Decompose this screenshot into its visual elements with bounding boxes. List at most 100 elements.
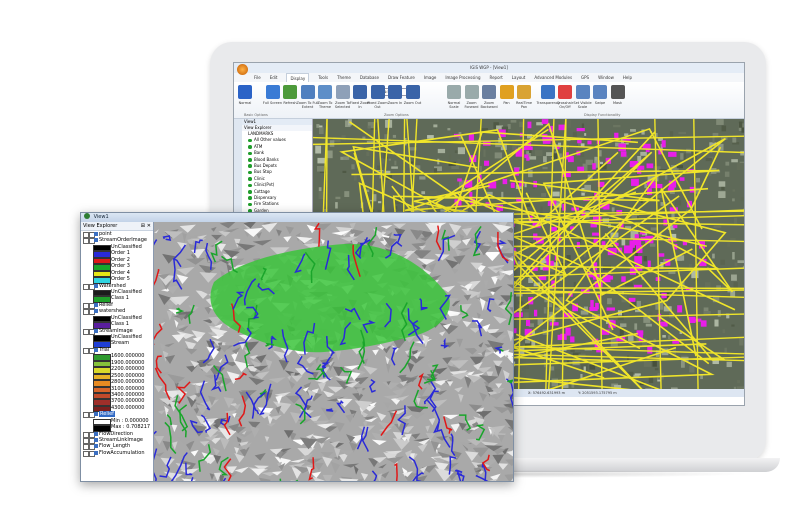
terrain-texture <box>734 262 738 267</box>
tab-file[interactable]: File <box>254 73 261 82</box>
building-footprint <box>576 127 585 132</box>
terrain-texture <box>725 161 730 166</box>
tab-gps[interactable]: GPS <box>581 73 589 82</box>
building-footprint <box>577 166 585 172</box>
terrain-texture <box>718 181 726 187</box>
terrain-texture <box>630 129 636 132</box>
close-icon[interactable]: ✕ <box>147 222 151 230</box>
ribbon-btn-fixed-zoom-out[interactable] <box>370 85 385 99</box>
tree-label: Flow_Length <box>99 443 131 450</box>
tab-display[interactable]: Display <box>286 73 310 82</box>
pin-icon[interactable]: ⊞ <box>141 222 145 230</box>
ribbon-btn-pan[interactable] <box>499 85 514 99</box>
ribbon-btn-zoom-to-full-extent[interactable] <box>300 85 315 99</box>
tree-label: point <box>99 231 112 237</box>
building-footprint <box>510 182 515 188</box>
building-footprint <box>679 177 685 181</box>
tab-image-processing[interactable]: Image Processing <box>445 73 480 82</box>
terrain-texture <box>678 131 687 135</box>
ribbon-btn-zoom-to-selected[interactable] <box>335 85 350 99</box>
terrain-texture <box>552 191 560 197</box>
ribbon-btn-mask[interactable] <box>610 85 625 99</box>
ribbon-btn-zoom-to-theme[interactable] <box>318 85 332 99</box>
app-titlebar: IGiS WGP - [View1] <box>234 63 744 75</box>
terrain-texture <box>421 191 426 195</box>
layer-type-icon <box>94 450 98 455</box>
ribbon-btn-realtime-pan[interactable] <box>517 85 531 99</box>
terrain-texture <box>573 281 576 288</box>
tree-label: Relief <box>99 301 113 308</box>
tab-tools[interactable]: Tools <box>318 73 328 82</box>
terrain-texture <box>335 196 341 200</box>
building-footprint <box>647 345 653 354</box>
terrain-texture <box>650 227 658 231</box>
ribbon-btn-full-screen[interactable] <box>265 85 280 99</box>
building-footprint <box>700 320 707 327</box>
tab-edit[interactable]: Edit <box>270 73 278 82</box>
ribbon-btn-zoom-forward[interactable] <box>464 85 479 99</box>
tree-label: Relief <box>99 411 115 418</box>
front-view-window[interactable]: View1 View Explorer ✕ ⊞ point StreamOrder… <box>80 212 514 482</box>
building-footprint <box>663 219 668 226</box>
landmark-label: All Other values <box>254 137 286 143</box>
terrain-texture <box>731 159 738 163</box>
building-footprint <box>590 300 594 309</box>
ribbon-btn-zoom-backward[interactable] <box>482 85 496 99</box>
terrain-map-canvas[interactable] <box>154 222 513 481</box>
landmark-dot-icon <box>248 151 252 156</box>
ribbon-btn-zoom-out[interactable] <box>405 85 420 99</box>
terrain-texture <box>680 153 684 160</box>
terrain-texture <box>640 151 647 156</box>
ribbon-btn-normal[interactable] <box>238 85 252 99</box>
layer-type-icon <box>94 283 98 288</box>
ribbon-btn-set-visible-scale[interactable] <box>575 85 590 99</box>
building-footprint <box>541 119 549 124</box>
building-footprint <box>484 160 490 166</box>
terrain-texture <box>526 203 531 207</box>
ribbon-btn-refresh[interactable] <box>283 85 297 99</box>
tree-label: UnClassified <box>111 243 142 250</box>
terrain-texture <box>732 198 735 202</box>
ribbon-btn-fixed-zoom-in[interactable] <box>353 85 367 99</box>
tab-window[interactable]: Window <box>598 73 614 82</box>
layer-type-icon <box>94 232 98 236</box>
ribbon-btn-normal-scale[interactable] <box>447 85 461 99</box>
terrain-texture <box>341 135 346 141</box>
terrain-texture <box>419 176 426 180</box>
landmark-dot-icon <box>248 177 252 181</box>
tab-layout[interactable]: Layout <box>512 73 526 82</box>
tab-help[interactable]: Help <box>623 73 632 82</box>
tab-draw-feature[interactable]: Draw Feature <box>388 73 415 82</box>
landmark-dot-icon <box>248 196 252 200</box>
layer-row[interactable]: FlowAccumulation <box>81 450 153 457</box>
terrain-texture <box>315 145 322 154</box>
tab-report[interactable]: Report <box>490 73 503 82</box>
layer-type-icon <box>94 431 98 436</box>
terrain-texture <box>643 256 647 262</box>
globe-icon <box>84 213 90 219</box>
ribbon-btn-transparency[interactable] <box>540 85 555 99</box>
view-explorer-title: View Explorer <box>83 223 118 229</box>
ribbon-btn-swipe[interactable] <box>593 85 607 99</box>
app-window-title: IGiS WGP - [View1] <box>470 65 508 70</box>
tab-advanced-modules[interactable]: Advanced Modules <box>534 73 572 82</box>
building-footprint <box>661 140 666 148</box>
tree-label: FlowDirection <box>99 430 134 437</box>
terrain-texture <box>517 261 521 264</box>
terrain-texture <box>528 156 537 160</box>
tab-database[interactable]: Database <box>360 73 379 82</box>
tab-image[interactable]: Image <box>424 73 437 82</box>
terrain-map-view[interactable] <box>154 222 513 481</box>
terrain-texture <box>520 370 524 373</box>
ribbon-btn-zoom-in[interactable] <box>388 85 402 99</box>
building-footprint <box>570 336 575 343</box>
terrain-texture <box>378 201 382 204</box>
ribbon-btn-crosshair-on-off[interactable] <box>558 85 572 99</box>
building-footprint <box>618 143 626 152</box>
tab-theme[interactable]: Theme <box>337 73 351 82</box>
tree-label: 1900.000000 <box>111 359 145 366</box>
terrain-texture <box>351 164 355 170</box>
terrain-texture <box>634 323 638 330</box>
terrain-texture <box>696 277 702 281</box>
terrain-texture <box>733 217 738 224</box>
